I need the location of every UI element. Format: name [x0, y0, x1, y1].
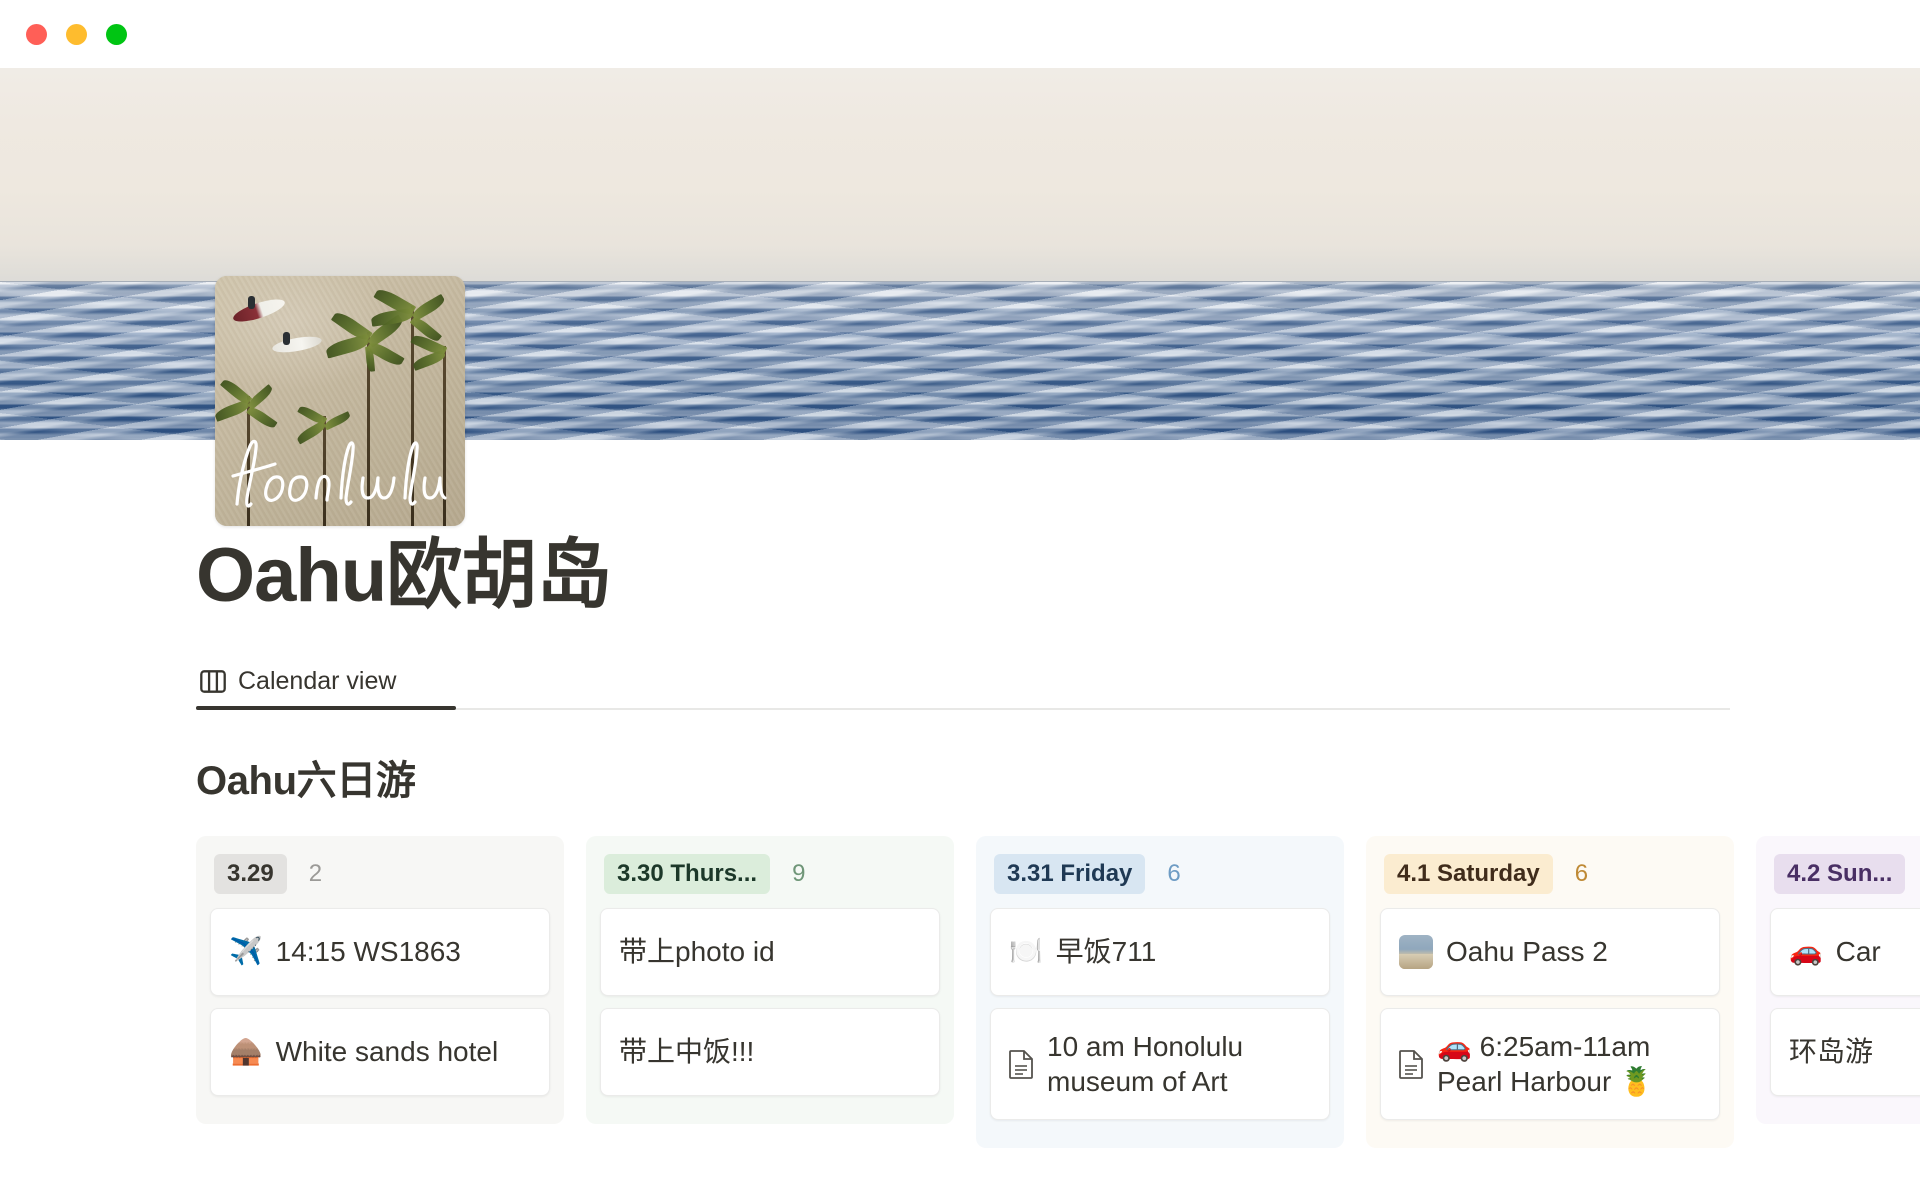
column-header: 3.31 Friday 6 [990, 850, 1330, 908]
kanban-card[interactable]: 10 am Honolulu museum of Art [990, 1007, 1330, 1121]
board-view-icon [200, 669, 226, 693]
maximize-window-button[interactable] [106, 23, 127, 45]
page-icon[interactable] [215, 276, 465, 526]
close-window-button[interactable] [26, 23, 47, 45]
kanban-column: 3.29 2 ✈️ 14:15 WS1863 🛖 White sands hotel [196, 835, 564, 1124]
tab-calendar-view-label: Calendar view [238, 666, 397, 695]
column-date-badge[interactable]: 3.31 Friday [994, 853, 1146, 894]
page-title: Oahu欧胡岛 [196, 533, 612, 618]
view-tabs: Calendar view [196, 663, 1730, 710]
minimize-window-button[interactable] [66, 23, 87, 45]
column-date-badge[interactable]: 4.2 Sun... [1774, 853, 1906, 894]
kanban-card[interactable]: 🛖 White sands hotel [210, 1007, 550, 1096]
card-title: 环岛游 [1789, 1035, 1874, 1067]
page-content: Oahu欧胡岛 Calendar view Oahu六日游 3.29 2 ✈️ 14:… [0, 533, 1920, 1149]
kanban-column: 3.30 Thurs... 9 带上photo id 带上中饭!!! [586, 835, 954, 1124]
card-emoji-icon: 🍽️ [1009, 936, 1043, 967]
honolulu-script-overlay [231, 439, 447, 508]
column-date-badge[interactable]: 4.1 Saturday [1384, 853, 1553, 894]
card-emoji-icon: 🚗 [1789, 936, 1823, 967]
card-photo-thumbnail [1399, 934, 1433, 969]
card-title: Car [1835, 935, 1881, 967]
document-icon [1009, 1049, 1033, 1079]
column-item-count: 6 [1574, 859, 1589, 887]
active-tab-underline [196, 705, 456, 710]
column-date-badge[interactable]: 3.30 Thurs... [604, 853, 771, 894]
column-header: 3.30 Thurs... 9 [600, 850, 940, 908]
card-title: Oahu Pass 2 [1446, 935, 1608, 967]
board-title: Oahu六日游 [196, 758, 416, 803]
column-item-count: 9 [792, 859, 806, 887]
document-icon [1399, 1049, 1423, 1079]
column-item-count: 2 [308, 859, 323, 887]
board-scroll-area[interactable]: 3.29 2 ✈️ 14:15 WS1863 🛖 White sands hotel 3.3… [196, 806, 1920, 1149]
kanban-card[interactable]: 环岛游 [1770, 1007, 1920, 1096]
kanban-card[interactable]: 🍽️ 早饭711 [990, 907, 1330, 996]
card-title: 14:15 WS1863 [275, 935, 461, 967]
column-header: 4.1 Saturday 6 [1380, 850, 1720, 908]
card-title: 早饭711 [1055, 935, 1157, 967]
kanban-card[interactable]: Oahu Pass 2 [1380, 907, 1720, 996]
kanban-card[interactable]: ✈️ 14:15 WS1863 [210, 907, 550, 996]
card-title: 10 am Honolulu museum of Art [1047, 1030, 1244, 1097]
card-title: White sands hotel [275, 1035, 499, 1067]
person-figure [283, 332, 290, 345]
column-header: 3.29 2 [210, 850, 550, 908]
card-emoji-icon: 🛖 [229, 1036, 263, 1067]
window-titlebar [0, 0, 1920, 68]
column-date-badge[interactable]: 3.29 [214, 853, 287, 894]
kanban-column: 3.31 Friday 6 🍽️ 早饭711 10 am Honolulu museum… [976, 835, 1344, 1149]
cover-sky [0, 68, 1920, 284]
kanban-card[interactable]: 🚗 Car [1770, 907, 1920, 996]
kanban-board: 3.29 2 ✈️ 14:15 WS1863 🛖 White sands hotel 3.3… [196, 835, 1920, 1149]
column-header: 4.2 Sun... [1770, 850, 1920, 908]
window-controls [26, 23, 127, 45]
card-emoji-icon: ✈️ [229, 936, 263, 967]
kanban-card[interactable]: 带上photo id [600, 907, 940, 996]
kanban-column: 4.2 Sun... 🚗 Car 环岛游 [1756, 835, 1920, 1124]
kanban-card[interactable]: 🚗 6:25am-11am Pearl Harbour 🍍 [1380, 1007, 1720, 1121]
person-figure [248, 296, 255, 309]
column-item-count: 6 [1167, 859, 1181, 887]
card-title: 带上中饭!!! [619, 1035, 755, 1067]
tab-calendar-view[interactable]: Calendar view [196, 663, 412, 710]
card-title: 🚗 6:25am-11am Pearl Harbour 🍍 [1437, 1030, 1654, 1097]
kanban-column: 4.1 Saturday 6 Oahu Pass 2 🚗 6:25am-11am Pe… [1366, 835, 1734, 1149]
card-title: 带上photo id [619, 935, 775, 967]
kanban-card[interactable]: 带上中饭!!! [600, 1007, 940, 1096]
